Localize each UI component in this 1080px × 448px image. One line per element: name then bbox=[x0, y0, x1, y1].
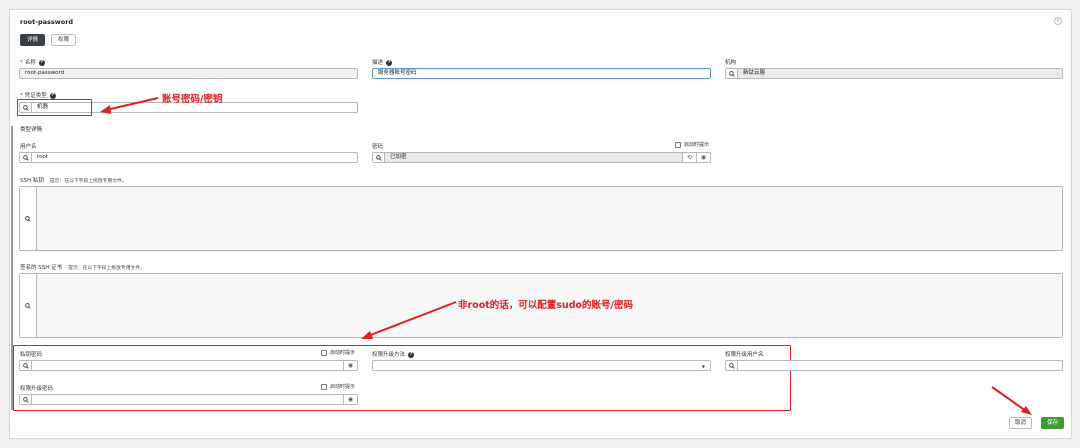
name-field[interactable]: root-password bbox=[19, 68, 358, 79]
become-password-prompt-checkbox[interactable]: 启动时提示 bbox=[321, 383, 355, 390]
replace-icon[interactable]: ⟲ bbox=[682, 153, 696, 162]
search-icon[interactable] bbox=[20, 153, 32, 162]
search-icon[interactable] bbox=[726, 69, 738, 78]
required-marker: * bbox=[20, 60, 23, 66]
username-field[interactable]: root bbox=[19, 152, 358, 163]
organization-value: 新钛云服 bbox=[738, 69, 1062, 78]
ssh-cert-label: 签名的 SSH 证书 提示：在以下字段上拖放专用文件。 bbox=[20, 265, 145, 271]
ssh-key-textarea[interactable] bbox=[19, 186, 1063, 251]
search-icon[interactable] bbox=[373, 153, 385, 162]
password-label: 密码 bbox=[372, 144, 384, 150]
search-icon[interactable] bbox=[20, 395, 32, 404]
key-passphrase-prompt-checkbox[interactable]: 启动时提示 bbox=[321, 349, 355, 356]
key-passphrase-field[interactable]: ◉ bbox=[19, 360, 358, 371]
description-label: 描述? bbox=[372, 59, 393, 66]
checkbox-box[interactable] bbox=[321, 349, 327, 356]
password-value: 已加密 bbox=[385, 153, 682, 162]
become-username-value[interactable] bbox=[738, 361, 1062, 370]
cancel-button[interactable]: 取消 bbox=[1009, 417, 1033, 429]
annotation-arrow bbox=[361, 301, 457, 339]
ssh-cert-hint: 提示：在以下字段上拖放专用文件。 bbox=[68, 266, 145, 271]
description-field[interactable]: 服务器账号密码 bbox=[372, 68, 711, 79]
eye-icon[interactable]: ◉ bbox=[696, 153, 710, 162]
become-password-field[interactable]: ◉ bbox=[19, 394, 358, 405]
help-icon[interactable]: ? bbox=[49, 92, 56, 99]
credential-type-label: * 凭证类型? bbox=[20, 92, 56, 99]
organization-label: 机构 bbox=[725, 60, 737, 66]
save-button[interactable]: 保存 bbox=[1041, 417, 1065, 429]
annotation-arrow bbox=[991, 386, 1032, 415]
annotation-box bbox=[17, 99, 92, 116]
become-method-select[interactable]: ▼ bbox=[372, 360, 711, 371]
eye-icon[interactable]: ◉ bbox=[343, 361, 357, 370]
search-icon[interactable] bbox=[20, 274, 37, 337]
annotation-sudo: 非root的话，可以配置sudo的账号/密码 bbox=[458, 300, 633, 311]
annotation-credential: 账号密码/密钥 bbox=[162, 94, 223, 105]
name-label: * 名称? bbox=[20, 59, 45, 66]
help-icon[interactable]: ? bbox=[408, 351, 415, 358]
search-icon[interactable] bbox=[20, 361, 32, 370]
annotation-arrow bbox=[100, 97, 159, 114]
become-password-value[interactable] bbox=[32, 395, 343, 404]
credential-form-panel: root-password × 详情 权限 * 名称? root-password… bbox=[9, 9, 1072, 439]
become-method-label: 权限升级方法? bbox=[372, 351, 415, 358]
help-icon[interactable]: ? bbox=[38, 59, 45, 66]
help-icon[interactable]: ? bbox=[386, 59, 393, 66]
form-title: root-password bbox=[20, 18, 74, 26]
tab-permissions[interactable]: 权限 bbox=[51, 34, 77, 46]
checkbox-box[interactable] bbox=[321, 383, 327, 390]
key-passphrase-value[interactable] bbox=[32, 361, 343, 370]
eye-icon[interactable]: ◉ bbox=[343, 395, 357, 404]
search-icon[interactable] bbox=[20, 187, 37, 250]
ssh-key-hint: 提示：在以下字段上拖放专用文件。 bbox=[49, 179, 127, 184]
tab-details[interactable]: 详情 bbox=[20, 34, 46, 46]
caret-down-icon: ▼ bbox=[701, 364, 705, 369]
key-passphrase-label: 私钥密码 bbox=[20, 352, 43, 358]
username-label: 用户名 bbox=[20, 144, 37, 150]
checkbox-box[interactable] bbox=[675, 141, 681, 148]
become-password-label: 权限升级密码 bbox=[20, 386, 54, 392]
password-prompt-checkbox[interactable]: 启动时提示 bbox=[675, 141, 709, 148]
password-field[interactable]: 已加密 ⟲ ◉ bbox=[372, 152, 711, 163]
become-username-field[interactable] bbox=[725, 360, 1063, 371]
organization-lookup[interactable]: 新钛云服 bbox=[725, 68, 1063, 79]
type-details-title: 类型详情 bbox=[20, 127, 43, 133]
search-icon[interactable] bbox=[726, 361, 738, 370]
close-icon[interactable]: × bbox=[1054, 17, 1062, 25]
ssh-key-label: SSH 私钥 提示：在以下字段上拖放专用文件。 bbox=[20, 178, 127, 184]
become-username-label: 权限升级用户名 bbox=[725, 352, 764, 358]
username-value: root bbox=[37, 154, 49, 160]
